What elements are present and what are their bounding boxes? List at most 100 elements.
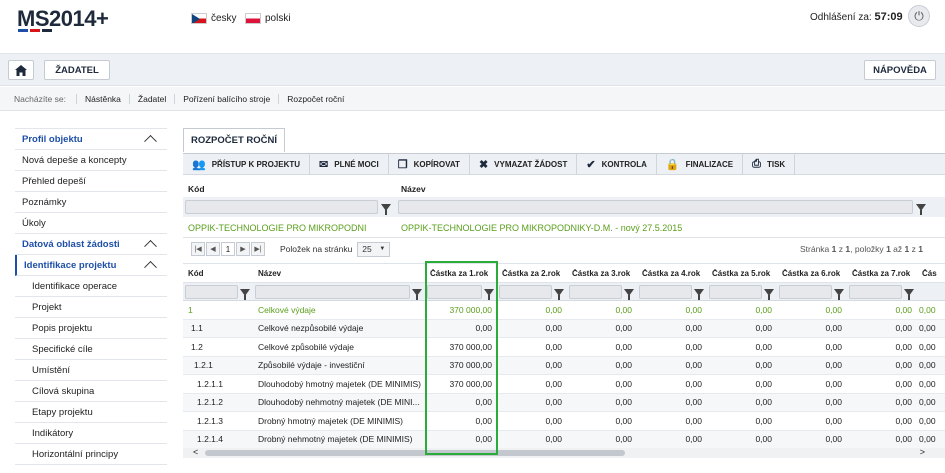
scrollbar-thumb[interactable] [205,450,625,456]
chevron-up-icon[interactable] [144,134,157,148]
column-header[interactable]: Částka za 4.rok [637,269,707,278]
cell-amount: 0,00 [755,434,772,445]
help-button[interactable]: NÁPOVĚDA [864,60,936,80]
breadcrumb-item-dashboard[interactable]: Nástěnka [75,93,129,104]
toolbar-button-4[interactable]: ✔ KONTROLA [577,153,657,175]
sidebar-item-4[interactable]: Úkoly [15,213,167,234]
column-header[interactable]: Částka za 3.rok [567,269,637,278]
lang-polish-link[interactable]: polski [245,13,291,24]
scroll-left-icon[interactable]: < [193,447,198,457]
prev-page-icon[interactable]: ◀ [206,242,220,256]
toolbar-button-label: KONTROLA [601,159,647,169]
lang-czech-link[interactable]: česky [191,13,237,24]
scroll-right-icon[interactable]: > [920,447,925,457]
sidebar-item-13[interactable]: Etapy projektu [15,402,167,423]
project-row-nazev[interactable]: OPPIK-TECHNOLOGIE PRO MIKROPODNIKY-D.M. … [401,223,682,233]
filter-funnel-icon[interactable] [903,285,915,300]
column-filter-input[interactable] [849,285,902,299]
sidebar-item-7[interactable]: Identifikace operace [15,276,167,297]
sidebar-item-3[interactable]: Poznámky [15,192,167,213]
filter-funnel-icon[interactable] [623,285,635,300]
next-page-icon[interactable]: ▶ [236,242,250,256]
column-header[interactable]: Název [253,269,425,278]
table-row[interactable]: 1 Celkové výdaje 370 000,00 0,00 0,00 0,00 0,0… [183,301,945,320]
column-filter-input[interactable] [255,285,410,299]
pager-status-total-of: z [911,244,916,254]
sidebar-item-12[interactable]: Cílová skupina [15,381,167,402]
column-filter-input[interactable] [709,285,762,299]
column-filter-input[interactable] [639,285,692,299]
filter-funnel-icon[interactable] [483,285,495,300]
sidebar-item-14[interactable]: Indikátory [15,423,167,444]
column-header[interactable]: Částka za 1.rok [425,269,497,278]
sidebar-item-2[interactable]: Přehled depeší [15,171,167,192]
table-row[interactable]: 1.2.1.1 Dlouhodobý hmotný majetek (DE MIN… [183,375,945,394]
column-filter-input[interactable] [427,285,482,299]
cell-kod: 1.1 [191,323,203,334]
sidebar-item-0[interactable]: Profil objektu [15,128,167,150]
project-row-kod[interactable]: OPPIK-TECHNOLOGIE PRO MIKROPODNI [188,223,367,233]
column-filter-input[interactable] [185,285,238,299]
toolbar-button-0[interactable]: 👥 PŘÍSTUP K PROJEKTU [183,153,311,175]
filter-nazev-input[interactable] [398,200,913,214]
filter-funnel-icon[interactable] [239,285,251,300]
column-filter-input[interactable] [569,285,622,299]
cell-amount: 0,00 [615,341,632,352]
cell-amount: 0,00 [895,360,912,371]
horizontal-scrollbar[interactable]: < > [183,447,945,458]
filter-funnel-icon[interactable] [553,285,565,300]
filter-nazev-funnel-icon[interactable] [915,200,927,215]
column-filter-input[interactable] [499,285,552,299]
filter-funnel-icon[interactable] [763,285,775,300]
toolbar-button-2[interactable]: ❐ KOPÍROVAT [389,153,470,175]
table-row[interactable]: 1.2.1.2 Dlouhodobý nehmotný majetek (DE M… [183,393,945,412]
cell-amount: 0,00 [475,397,492,408]
toolbar-button-label: VYMAZAT ŽÁDOST [494,159,568,169]
toolbar-button-3[interactable]: ✖ VYMAZAT ŽÁDOST [470,153,578,175]
chevron-up-icon[interactable] [144,260,157,274]
column-header[interactable]: Částka za 6.rok [777,269,847,278]
filter-kod-funnel-icon[interactable] [380,200,392,215]
sidebar-item-9[interactable]: Popis projektu [15,318,167,339]
column-header[interactable]: Částka za 7.rok [847,269,917,278]
table-row[interactable]: 1.1 Celkové nezpůsobilé výdaje 0,00 0,00 0,0… [183,319,945,338]
filter-funnel-icon[interactable] [411,285,423,300]
sidebar-item-11[interactable]: Umístění [15,360,167,381]
filter-kod-input[interactable] [185,200,378,214]
toolbar: 👥 PŘÍSTUP K PROJEKTU ✉ PLNÉ MOCI ❐ KOPÍROVAT ✖… [183,153,945,175]
chevron-up-icon[interactable] [144,239,157,253]
tab-annual-budget[interactable]: ROZPOČET ROČNÍ [183,128,286,152]
page-number-input[interactable]: 1 [221,242,235,256]
sidebar-item-label: Specifické cíle [32,343,93,355]
sidebar-item-5[interactable]: Datová oblast žádosti [15,234,167,255]
pager: |◀ ◀ 1 ▶ ▶| Položek na stránku 25 ▼ Strá… [183,238,945,260]
column-header[interactable]: Částka za 2.rok [497,269,567,278]
power-icon[interactable]: ⏻ [908,5,930,27]
column-filter-input[interactable] [779,285,832,299]
table-row[interactable]: 1.2 Celkové způsobilé výdaje 370 000,00 0,0… [183,338,945,357]
table-row[interactable]: 1.2.1.3 Drobný hmotný majetek (DE MINIMIS… [183,412,945,431]
column-header[interactable]: Kód [183,269,253,278]
sidebar-item-6[interactable]: Identifikace projektu [15,255,167,276]
toolbar-button-label: TISK [766,159,786,169]
first-page-icon[interactable]: |◀ [191,242,205,256]
toolbar-button-5[interactable]: 🔒 FINALIZACE [657,153,744,175]
applicant-button[interactable]: ŽADATEL [44,60,110,80]
sidebar-item-10[interactable]: Specifické cíle [15,339,167,360]
table-row[interactable]: 1.2.1 Způsobilé výdaje - investiční 370 00… [183,356,945,375]
toolbar-button-1[interactable]: ✉ PLNÉ MOCI [310,153,389,175]
column-header[interactable]: Částka za 5.rok [707,269,777,278]
sidebar-item-1[interactable]: Nová depeše a koncepty [15,150,167,171]
filter-funnel-icon[interactable] [693,285,705,300]
breadcrumb-item-applicant[interactable]: Žadatel [128,93,174,104]
toolbar-button-6[interactable]: ⎙ TISK [743,153,796,175]
column-header[interactable]: Čás [917,269,937,278]
breadcrumb-item-project[interactable]: Pořízení balícího stroje [174,93,278,104]
sidebar-item-15[interactable]: Horizontální principy [15,444,167,465]
sidebar-item-8[interactable]: Projekt [15,297,167,318]
last-page-icon[interactable]: ▶| [251,242,265,256]
table-row[interactable]: 1.2.1.4 Drobný nehmotný majetek (DE MINIM… [183,430,945,449]
per-page-select[interactable]: 25 ▼ [357,241,391,257]
home-button[interactable] [8,60,34,80]
filter-funnel-icon[interactable] [833,285,845,300]
